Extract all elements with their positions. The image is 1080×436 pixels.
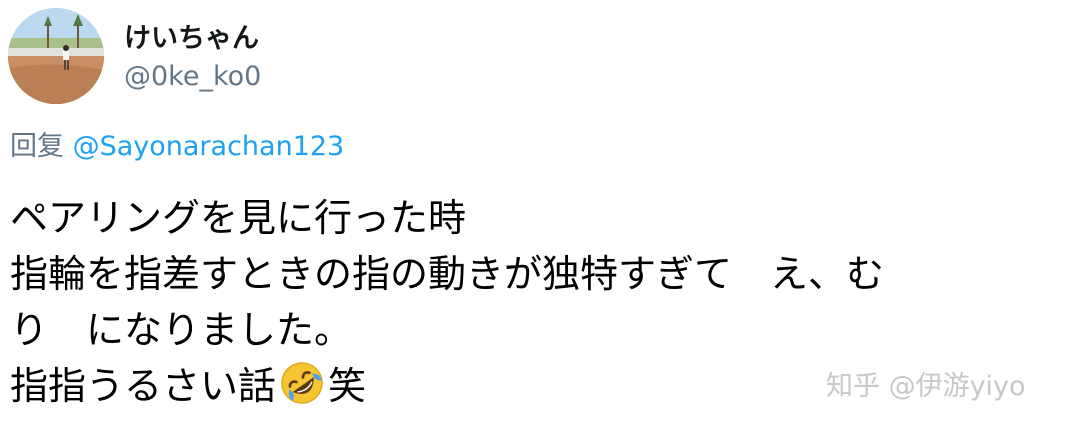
- rolling-on-floor-laughing-emoji-icon: [278, 359, 326, 407]
- reply-prefix: 回复: [10, 131, 64, 162]
- author-avatar[interactable]: [8, 8, 104, 104]
- tweet-line: り になりました。: [10, 308, 353, 352]
- author-handle[interactable]: @0ke_ko0: [124, 60, 261, 94]
- watermark: 知乎 @伊游yiyo: [826, 371, 1026, 402]
- reply-context: 回复 @Sayonarachan123: [10, 129, 344, 165]
- tweet-line: 指輪を指差すときの指の動きが独特すぎて え、む: [10, 252, 885, 296]
- tweet-line-text: 笑: [328, 364, 367, 408]
- avatar-photo: [8, 8, 104, 104]
- tweet-line: ペアリングを見に行った時: [10, 196, 467, 240]
- author-display-name[interactable]: けいちゃん: [124, 22, 259, 56]
- reply-mention-link[interactable]: @Sayonarachan123: [73, 131, 345, 162]
- tweet-line-text: 指指うるさい話: [10, 364, 277, 408]
